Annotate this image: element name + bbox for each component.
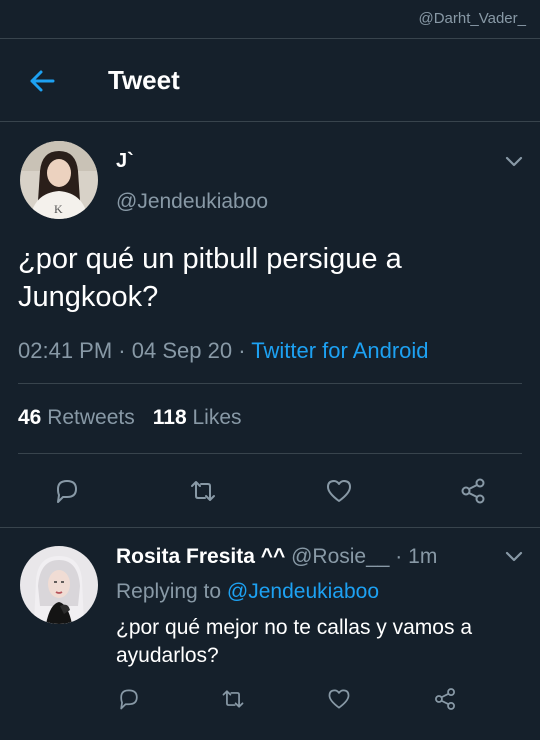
tweet-date: 04 Sep 20 <box>131 338 233 363</box>
avatar[interactable]: K <box>20 141 98 219</box>
replying-prefix: Replying to <box>116 580 222 603</box>
reply-header: Rosita Fresita ^^ @Rosie__ · 1m <box>116 545 437 569</box>
retweets-stat[interactable]: 46 Retweets <box>18 406 135 429</box>
author-name[interactable]: J` <box>116 150 134 173</box>
top-bar: Tweet <box>0 38 540 122</box>
meta-separator: · <box>238 338 252 363</box>
page-title: Tweet <box>108 65 180 95</box>
tweet-meta: 02:41 PM · 04 Sep 20 · Twitter for Andro… <box>18 338 429 364</box>
reply-share-button[interactable] <box>432 686 458 712</box>
reply-icon <box>120 689 138 710</box>
reply-icon <box>57 480 77 503</box>
avatar[interactable] <box>20 546 98 624</box>
like-button[interactable] <box>324 476 354 506</box>
divider <box>0 527 540 528</box>
tweet-menu-button[interactable] <box>505 155 523 167</box>
share-icon <box>461 478 485 504</box>
retweets-label: Retweets <box>47 406 135 429</box>
watermark: @Darht_Vader_ <box>418 10 526 27</box>
divider <box>18 453 522 454</box>
reply-retweet-button[interactable] <box>220 686 246 712</box>
retweet-icon <box>191 481 215 501</box>
reply-time: 1m <box>408 545 438 568</box>
svg-text:K: K <box>54 202 63 216</box>
tweet-time: 02:41 PM <box>18 338 113 363</box>
reply-author-name[interactable]: Rosita Fresita ^^ <box>116 545 285 568</box>
share-button[interactable] <box>458 476 488 506</box>
likes-label: Likes <box>192 406 242 429</box>
likes-stat[interactable]: 118 Likes <box>153 406 242 429</box>
chevron-down-icon <box>505 551 523 562</box>
author-handle[interactable]: @Jendeukiaboo <box>116 190 268 214</box>
share-icon <box>435 688 455 710</box>
meta-separator: · <box>118 338 132 363</box>
replying-to: Replying to @Jendeukiaboo <box>116 580 379 604</box>
tweet-stats: 46 Retweets 118 Likes <box>18 406 242 430</box>
reply-separator: · <box>389 545 409 568</box>
retweets-count: 46 <box>18 406 42 429</box>
like-icon <box>328 689 350 709</box>
reply-text: ¿por qué mejor no te callas y vamos a ay… <box>116 616 472 667</box>
reply-reply-button[interactable] <box>116 686 142 712</box>
back-arrow-icon <box>30 70 55 92</box>
tweet-source-link[interactable]: Twitter for Android <box>251 338 428 363</box>
reply-like-button[interactable] <box>326 686 352 712</box>
divider <box>18 383 522 384</box>
likes-count: 118 <box>152 406 187 429</box>
reply-menu-button[interactable] <box>505 550 523 562</box>
chevron-down-icon <box>505 156 523 167</box>
reply-button[interactable] <box>52 476 82 506</box>
replying-to-mention[interactable]: @Jendeukiaboo <box>227 580 379 603</box>
like-icon <box>327 480 351 502</box>
back-button[interactable] <box>28 67 56 95</box>
reply-author-handle[interactable]: @Rosie__ <box>291 545 389 568</box>
tweet-text: ¿por qué un pitbull persigue a Jungkook? <box>18 243 402 313</box>
retweet-icon <box>222 690 244 708</box>
retweet-button[interactable] <box>188 476 218 506</box>
